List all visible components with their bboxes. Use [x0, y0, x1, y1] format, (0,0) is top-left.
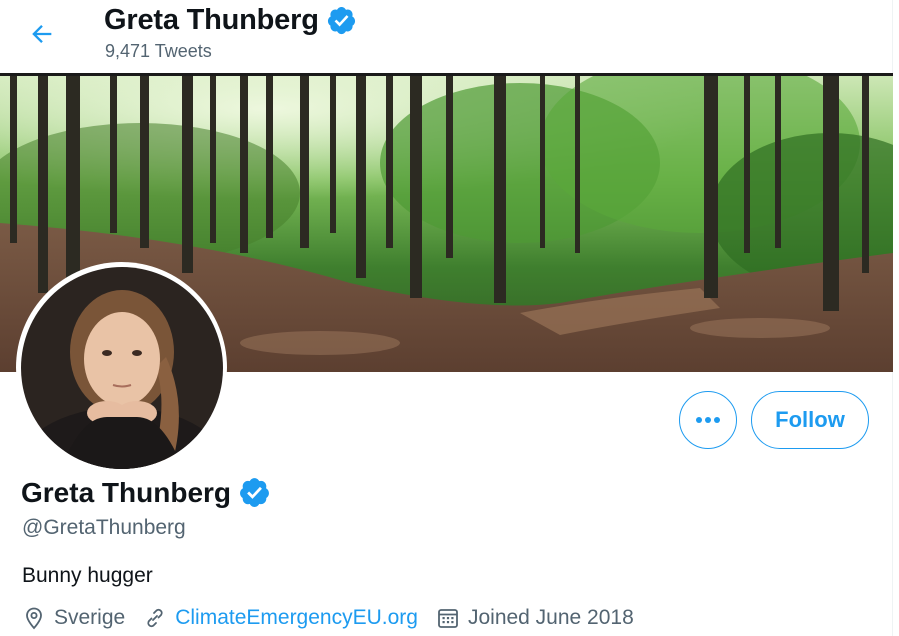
- display-name: Greta Thunberg: [21, 476, 232, 508]
- location-item: Sverige: [22, 606, 125, 630]
- tweet-count: 9,471 Tweets: [105, 41, 212, 61]
- profile-header: Greta Thunberg 9,471 Tweets: [0, 0, 892, 72]
- back-button[interactable]: [22, 14, 62, 54]
- verified-badge-icon: [240, 478, 269, 507]
- website-link[interactable]: ClimateEmergencyEU.org: [175, 606, 418, 630]
- profile-meta: Sverige ClimateEmergencyEU.org Joined Ju…: [22, 606, 652, 630]
- joined-text: Joined June 2018: [467, 606, 634, 629]
- map-pin-icon: [26, 607, 42, 630]
- avatar-photo: [20, 266, 223, 469]
- profile-handle: @GretaThunberg: [22, 516, 186, 539]
- location-text: Sverige: [54, 606, 126, 629]
- link-icon: [147, 608, 163, 628]
- calendar-icon: [438, 609, 458, 628]
- website-item[interactable]: ClimateEmergencyEU.org: [143, 606, 418, 630]
- header-title: Greta Thunberg: [104, 4, 357, 37]
- arrow-left-icon: [32, 25, 52, 43]
- profile-avatar[interactable]: [16, 262, 227, 473]
- follow-button[interactable]: Follow: [751, 391, 869, 449]
- profile-bio: Bunny hugger: [22, 564, 153, 587]
- more-horizontal-icon: [696, 417, 720, 423]
- verified-badge-icon: [327, 6, 355, 35]
- header-name: Greta Thunberg: [104, 4, 319, 36]
- joined-item: Joined June 2018: [436, 606, 634, 630]
- profile-name: Greta Thunberg: [21, 476, 271, 509]
- more-options-button[interactable]: [679, 391, 737, 449]
